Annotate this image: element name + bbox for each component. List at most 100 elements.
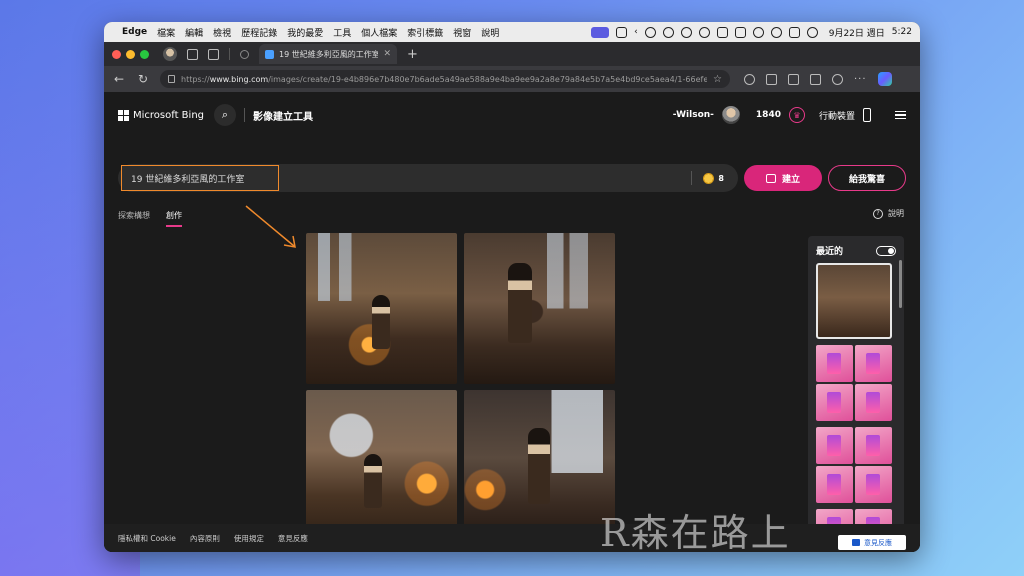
refresh-icon[interactable]: ↻ xyxy=(136,72,150,86)
footer-link-privacy[interactable]: 隱私權和 Cookie xyxy=(118,533,176,544)
footer-link-content-policy[interactable]: 內容原則 xyxy=(190,533,220,544)
surprise-me-button[interactable]: 給我驚喜 xyxy=(828,165,906,191)
user-icon[interactable] xyxy=(752,26,764,38)
create-button[interactable]: 建立 xyxy=(744,165,822,191)
workspaces-icon[interactable] xyxy=(187,48,198,60)
url-text: https://www.bing.com/images/create/19-e4… xyxy=(181,74,708,84)
url-field[interactable]: https://www.bing.com/images/create/19-e4… xyxy=(160,70,730,88)
sub-navigation: 探索構想 創作 xyxy=(118,210,182,227)
menu-item-edit[interactable]: 編輯 xyxy=(185,26,203,39)
feedback-button[interactable]: 意見反應 xyxy=(838,535,906,550)
zoom-window-button[interactable] xyxy=(140,49,149,59)
menu-item-view[interactable]: 檢視 xyxy=(213,26,231,39)
feedback-icon xyxy=(852,539,860,546)
menu-item-tabs[interactable]: 索引標籤 xyxy=(407,26,443,39)
back-arrow-icon[interactable]: ← xyxy=(112,72,126,86)
boost-counter[interactable]: 8 xyxy=(703,172,724,184)
watermark: R森在路上 xyxy=(600,511,791,555)
control-center-icon[interactable] xyxy=(788,26,800,38)
menu-item-profiles[interactable]: 個人檔案 xyxy=(361,26,397,39)
browser-essentials-icon[interactable] xyxy=(832,73,843,85)
new-tab-icon[interactable]: + xyxy=(407,47,418,62)
recent-toggle[interactable] xyxy=(876,245,896,256)
generated-image-3[interactable] xyxy=(306,390,457,541)
help-link[interactable]: ? 說明 xyxy=(873,208,904,219)
tab-bing-image-creator[interactable]: 19 世紀維多利亞風的工作室 - Bi ✕ xyxy=(259,44,397,64)
menubar-date[interactable]: 9月22日 週日 xyxy=(829,26,885,39)
hamburger-menu-icon[interactable] xyxy=(895,110,906,120)
recent-item[interactable] xyxy=(816,345,892,421)
bing-header: Microsoft Bing ⌕ 影像建立工具 -Wilson- 1840 ♛ … xyxy=(104,92,920,138)
tab-explore-ideas[interactable]: 探索構想 xyxy=(118,210,150,221)
menu-item-help[interactable]: 說明 xyxy=(481,26,499,39)
browser-window: Edge 檔案 編輯 檢視 歷程記錄 我的最愛 工具 個人檔案 索引標籤 視窗 … xyxy=(104,22,920,552)
mobile-phone-icon[interactable] xyxy=(863,108,871,122)
siri-icon[interactable] xyxy=(806,26,818,38)
user-name[interactable]: -Wilson- xyxy=(673,110,714,120)
copilot-icon[interactable] xyxy=(877,72,892,86)
window-icon[interactable] xyxy=(616,26,628,38)
collections-icon[interactable] xyxy=(810,73,821,85)
generated-image-4[interactable] xyxy=(464,390,615,541)
menubar-time[interactable]: 5:22 xyxy=(892,27,912,37)
user-avatar[interactable] xyxy=(721,106,740,124)
rewards-points[interactable]: 1840 xyxy=(756,110,781,120)
profile-avatar[interactable] xyxy=(163,47,177,61)
app-status-icon[interactable] xyxy=(716,26,728,38)
search-status-icon[interactable] xyxy=(680,26,692,38)
extension-icon[interactable] xyxy=(744,73,755,85)
split-screen-icon[interactable] xyxy=(766,73,777,85)
painter-figure xyxy=(364,454,382,508)
menu-item-window[interactable]: 視窗 xyxy=(453,26,471,39)
record-icon[interactable] xyxy=(644,26,656,38)
search-icon[interactable]: ⌕ xyxy=(214,104,237,126)
lock-icon xyxy=(168,75,175,83)
keyboard-icon[interactable] xyxy=(591,26,610,38)
tab-actions-icon[interactable] xyxy=(208,48,219,60)
close-window-button[interactable] xyxy=(112,49,121,59)
tab-separator xyxy=(229,48,230,60)
page-title[interactable]: 影像建立工具 xyxy=(253,108,313,123)
page-footer: 隱私權和 Cookie 內容原則 使用規定 意見反應 意見反應 xyxy=(104,524,920,552)
macos-menubar: Edge 檔案 編輯 檢視 歷程記錄 我的最愛 工具 個人檔案 索引標籤 視窗 … xyxy=(104,22,920,42)
menu-app-name[interactable]: Edge xyxy=(122,27,147,37)
annotation-arrow-icon xyxy=(245,205,296,248)
rewards-trophy-icon[interactable]: ♛ xyxy=(788,107,805,123)
window-controls xyxy=(112,49,149,59)
recent-title: 最近的 xyxy=(816,247,844,257)
recent-creations-panel: 最近的 xyxy=(808,236,904,548)
menu-item-history[interactable]: 歷程記錄 xyxy=(241,26,277,39)
mobile-label[interactable]: 行動裝置 xyxy=(819,109,855,122)
recent-item-selected[interactable] xyxy=(816,263,892,339)
brand-name[interactable]: Microsoft Bing xyxy=(133,110,204,121)
tab-creations[interactable]: 創作 xyxy=(166,210,182,227)
more-options-icon[interactable]: ··· xyxy=(854,74,867,85)
footer-link-terms[interactable]: 使用規定 xyxy=(234,533,264,544)
cloud-icon[interactable] xyxy=(662,26,674,38)
grid-icon[interactable] xyxy=(734,26,746,38)
menu-item-file[interactable]: 檔案 xyxy=(157,26,175,39)
wifi-icon[interactable] xyxy=(770,26,782,38)
tab-bar: 19 世紀維多利亞風的工作室 - Bi ✕ + xyxy=(104,42,920,66)
menu-item-tools[interactable]: 工具 xyxy=(333,26,351,39)
menu-item-favorites[interactable]: 我的最愛 xyxy=(287,26,323,39)
generated-image-2[interactable] xyxy=(464,233,615,384)
bing-image-creator-page: Microsoft Bing ⌕ 影像建立工具 -Wilson- 1840 ♛ … xyxy=(104,92,920,552)
favorite-star-icon[interactable]: ☆ xyxy=(713,74,722,85)
create-icon xyxy=(765,173,776,183)
help-label: 說明 xyxy=(888,209,904,218)
generated-image-1[interactable] xyxy=(306,233,457,384)
tab-title: 19 世紀維多利亞風的工作室 - Bi xyxy=(279,49,379,59)
footer-link-feedback[interactable]: 意見反應 xyxy=(278,533,308,544)
minimize-window-button[interactable] xyxy=(126,49,135,59)
play-icon[interactable] xyxy=(698,26,710,38)
recent-scrollbar[interactable] xyxy=(899,260,902,308)
favorites-icon[interactable] xyxy=(788,73,799,85)
help-icon: ? xyxy=(873,208,883,219)
prompt-input[interactable]: 19 世紀維多利亞風的工作室 xyxy=(121,165,279,191)
recent-item[interactable] xyxy=(816,427,892,503)
close-tab-icon[interactable]: ✕ xyxy=(383,49,391,59)
pinned-tab-icon[interactable] xyxy=(240,49,249,59)
chevron-left-icon[interactable]: ‹ xyxy=(634,27,638,37)
prompt-input-container[interactable]: 19 世紀維多利亞風的工作室 8 xyxy=(118,164,738,192)
